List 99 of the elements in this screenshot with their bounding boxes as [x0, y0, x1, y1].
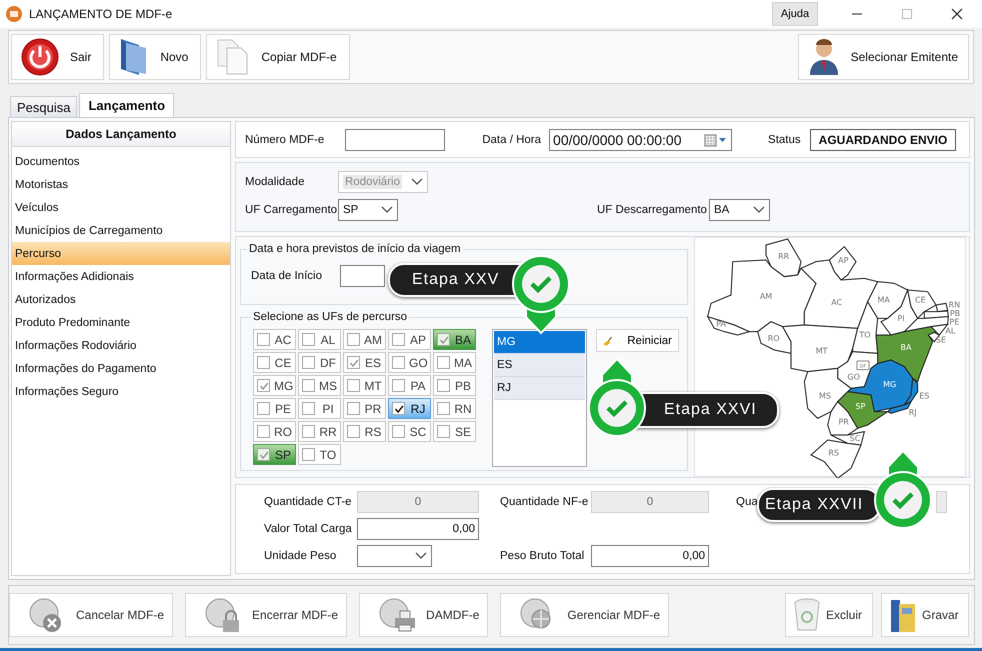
check-icon	[438, 334, 448, 344]
uf-checkbox[interactable]: AP	[388, 329, 431, 350]
field-label: Data / Hora	[482, 134, 542, 146]
uf-checkbox[interactable]: CE	[253, 352, 296, 373]
dropdown[interactable]	[357, 545, 432, 567]
uf-checkbox[interactable]: DF	[298, 352, 341, 373]
uf-checkbox[interactable]: GO	[388, 352, 431, 373]
field-label: Data de Início	[251, 270, 322, 282]
list-item[interactable]: MG	[494, 331, 585, 354]
uf-checkbox[interactable]: PR	[343, 398, 386, 419]
uf-checkbox[interactable]: SC	[388, 421, 431, 442]
uf-checkbox[interactable]: SE	[433, 421, 476, 442]
sidebar-item[interactable]: Autorizados	[12, 288, 230, 311]
action-button[interactable]: DAMDF-e	[359, 593, 488, 637]
uf-checkbox[interactable]: MS	[298, 375, 341, 396]
field-label: Unidade Peso	[264, 550, 336, 562]
action-button[interactable]: Gravar	[881, 593, 969, 637]
input-field[interactable]: 0,00	[591, 545, 709, 567]
field-label: Peso Bruto Total	[500, 550, 584, 562]
route-list[interactable]: MG ES RJ	[492, 329, 587, 467]
action-button[interactable]: Gerenciar MDF-e	[500, 593, 670, 637]
uf-checkbox[interactable]: MA	[433, 352, 476, 373]
uf-checkbox[interactable]: AM	[343, 329, 386, 350]
uf-checkbox[interactable]: PI	[298, 398, 341, 419]
input-field: 0	[591, 491, 709, 513]
uf-checkbox[interactable]: PE	[253, 398, 296, 419]
uf-checkbox[interactable]: SP	[253, 444, 296, 465]
chevron-icon	[381, 206, 393, 214]
app-icon	[6, 6, 22, 22]
action-button[interactable]: Encerrar MDF-e	[185, 593, 348, 637]
check-icon	[348, 358, 358, 368]
input-field[interactable]	[345, 128, 446, 150]
sidebar-item[interactable]: Informações Rodoviário	[12, 334, 230, 357]
dropdown: Rodoviário	[338, 171, 428, 193]
sidebar-item[interactable]: Informações do Pagamento	[12, 357, 230, 380]
input-field[interactable]	[340, 265, 385, 287]
chevron-icon	[415, 552, 427, 560]
select-emitter-button[interactable]: Selecionar Emitente	[798, 34, 969, 80]
uf-checkbox[interactable]: AC	[253, 329, 296, 350]
chevron-icon	[753, 206, 765, 214]
sidebar-item[interactable]: Documentos	[12, 150, 230, 173]
field-label: Valor Total Carga	[264, 523, 352, 535]
sidebar-item[interactable]: Veículos	[12, 196, 230, 219]
close-button[interactable]	[951, 8, 963, 20]
help-button[interactable]: Ajuda	[772, 2, 818, 26]
datetime-field[interactable]: 00/00/0000 00:00:00	[549, 128, 732, 150]
uf-checkbox[interactable]: TO	[298, 444, 341, 465]
uf-checkbox[interactable]: BA	[433, 329, 476, 350]
uf-checkbox[interactable]: MG	[253, 375, 296, 396]
sidebar-item[interactable]: Informações Seguro	[12, 380, 230, 403]
sidebar-item[interactable]: Percurso	[12, 242, 230, 265]
power-icon	[20, 37, 60, 77]
calendar-icon	[704, 132, 728, 146]
input-field[interactable]: 0,00	[357, 518, 479, 540]
uf-checkbox[interactable]: AL	[298, 329, 341, 350]
toolbar-button[interactable]: Sair	[11, 34, 104, 80]
toolbar-button[interactable]: Copiar MDF-e	[206, 34, 350, 80]
check-icon	[394, 404, 404, 414]
chevron-icon	[411, 178, 423, 186]
uf-checkbox[interactable]: RN	[433, 398, 476, 419]
field-label: UF Carregamento	[245, 204, 338, 216]
uf-checkbox[interactable]: RR	[298, 421, 341, 442]
sidebar-item[interactable]: Informações Adidionais	[12, 265, 230, 288]
toolbar-button[interactable]: Novo	[109, 34, 202, 80]
sidebar-item[interactable]: Motoristas	[12, 173, 230, 196]
action-button[interactable]: Excluir	[785, 593, 873, 637]
field-label: UF Descarregamento	[597, 204, 708, 216]
check-icon	[258, 450, 268, 460]
action-button[interactable]: Cancelar MDF-e	[9, 593, 174, 637]
uf-checkbox[interactable]: RO	[253, 421, 296, 442]
list-item[interactable]: ES	[494, 354, 585, 377]
tab[interactable]: Lançamento	[79, 93, 174, 117]
field-label: Número MDF-e	[245, 134, 324, 146]
sidebar-item[interactable]: Municípios de Carregamento	[12, 219, 230, 242]
uf-checkbox[interactable]: PA	[388, 375, 431, 396]
group-title: Selecione as UFs de percurso	[252, 311, 408, 323]
dropdown[interactable]: BA	[709, 199, 770, 221]
tab[interactable]: Pesquisa	[10, 96, 78, 117]
trash-icon	[792, 597, 822, 633]
reset-button[interactable]: Reiniciar	[596, 329, 679, 352]
status-field: AGUARDANDO ENVIO	[810, 128, 956, 150]
dropdown[interactable]: SP	[338, 199, 398, 221]
group-title: Data e hora previstos de início da viagem	[248, 243, 462, 255]
uf-checkbox[interactable]: PB	[433, 375, 476, 396]
input-field: 0	[357, 491, 479, 513]
uf-checkbox[interactable]: RS	[343, 421, 386, 442]
check-pin-icon	[586, 357, 648, 439]
field-label: Status	[768, 134, 801, 146]
uf-checkbox[interactable]: ES	[343, 352, 386, 373]
sidebar-item[interactable]: Produto Predominante	[12, 311, 230, 334]
list-item[interactable]: RJ	[494, 377, 585, 400]
field-label: Qua	[736, 496, 758, 508]
field-label: Quantidade NF-e	[500, 496, 588, 508]
field-label: Modalidade	[245, 176, 306, 188]
window-title: LANÇAMENTO DE MDF-e	[29, 7, 174, 21]
check-icon	[258, 380, 268, 390]
uf-checkbox[interactable]: MT	[343, 375, 386, 396]
uf-checkbox[interactable]: RJ	[388, 398, 431, 419]
field-label: Quantidade CT-e	[264, 496, 352, 508]
